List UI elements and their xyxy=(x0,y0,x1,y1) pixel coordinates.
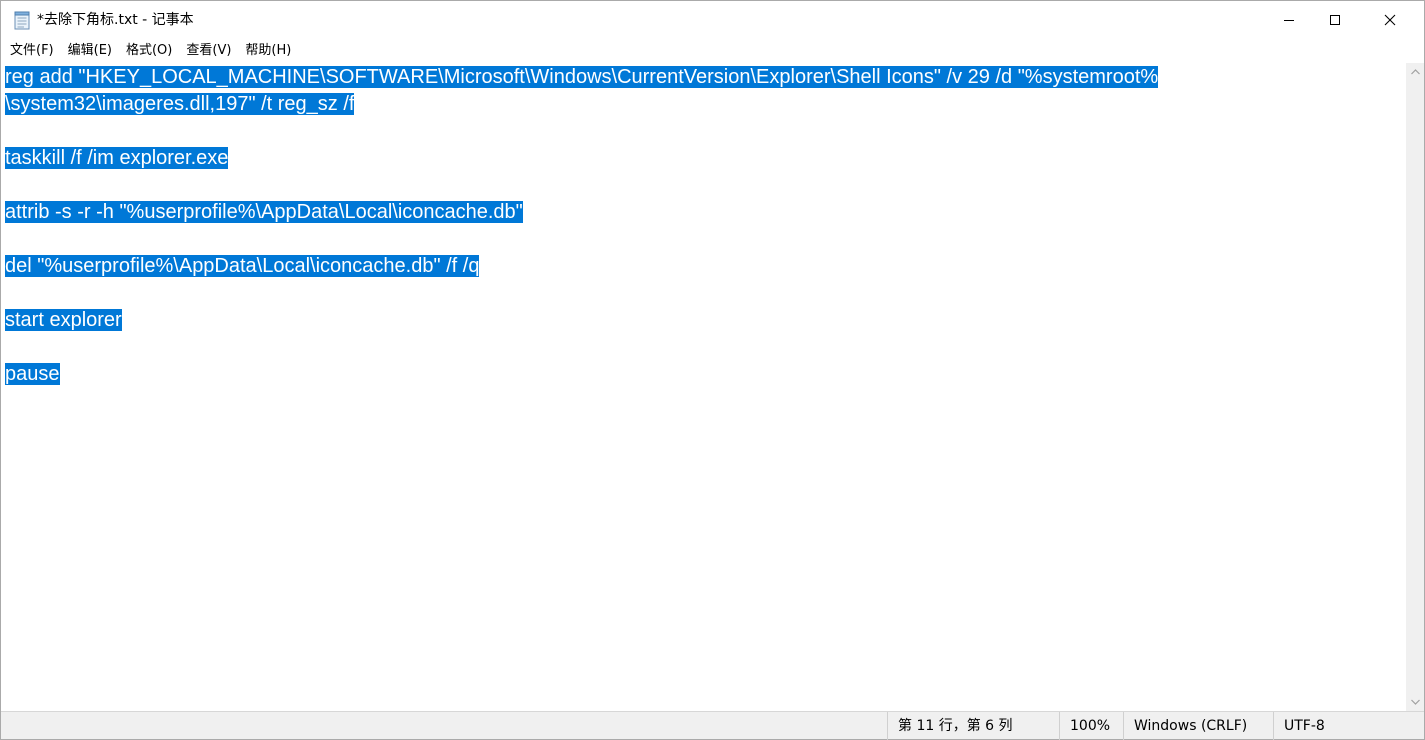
editor-line: taskkill /f /im explorer.exe xyxy=(5,145,1406,172)
menu-edit[interactable]: 编辑(E) xyxy=(61,40,119,62)
notepad-window: *去除下角标.txt - 记事本 文件(F) 编辑(E) 格式(O) 查看(V)… xyxy=(0,0,1425,740)
text-editor[interactable]: reg add "HKEY_LOCAL_MACHINE\SOFTWARE\Mic… xyxy=(1,63,1406,711)
selected-text: start explorer xyxy=(5,309,122,331)
menu-bar: 文件(F) 编辑(E) 格式(O) 查看(V) 帮助(H) xyxy=(1,39,1424,63)
menu-file[interactable]: 文件(F) xyxy=(3,40,61,62)
selected-text: attrib -s -r -h "%userprofile%\AppData\L… xyxy=(5,201,523,223)
selected-text: pause xyxy=(5,363,60,385)
selected-text: \system32\imageres.dll,197" /t reg_sz /f xyxy=(5,93,355,115)
selected-text: taskkill /f /im explorer.exe xyxy=(5,147,229,169)
editor-line: del "%userprofile%\AppData\Local\iconcac… xyxy=(5,253,1406,280)
status-bar: 第 11 行，第 6 列 100% Windows (CRLF) UTF-8 xyxy=(1,711,1424,740)
menu-view[interactable]: 查看(V) xyxy=(179,40,238,62)
close-button[interactable] xyxy=(1367,1,1413,39)
encoding: UTF-8 xyxy=(1273,712,1424,740)
window-title: *去除下角标.txt - 记事本 xyxy=(37,12,194,28)
chevron-up-icon xyxy=(1410,69,1420,75)
scroll-down-button[interactable] xyxy=(1406,693,1424,711)
editor-line: reg add "HKEY_LOCAL_MACHINE\SOFTWARE\Mic… xyxy=(5,64,1406,91)
selected-text: reg add "HKEY_LOCAL_MACHINE\SOFTWARE\Mic… xyxy=(5,66,1159,88)
editor-line: attrib -s -r -h "%userprofile%\AppData\L… xyxy=(5,199,1406,226)
editor-line: start explorer xyxy=(5,307,1406,334)
minimize-button[interactable] xyxy=(1266,1,1312,39)
vertical-scrollbar[interactable] xyxy=(1406,63,1424,711)
zoom-level: 100% xyxy=(1059,712,1123,740)
maximize-icon xyxy=(1330,15,1340,25)
notepad-icon xyxy=(13,11,31,30)
chevron-down-icon xyxy=(1410,699,1420,705)
menu-format[interactable]: 格式(O) xyxy=(119,40,179,62)
title-bar[interactable]: *去除下角标.txt - 记事本 xyxy=(1,1,1424,39)
line-ending: Windows (CRLF) xyxy=(1123,712,1273,740)
close-icon xyxy=(1384,14,1396,26)
cursor-position: 第 11 行，第 6 列 xyxy=(887,712,1059,740)
minimize-icon xyxy=(1284,20,1294,21)
menu-help[interactable]: 帮助(H) xyxy=(238,40,298,62)
selected-text: del "%userprofile%\AppData\Local\iconcac… xyxy=(5,255,480,277)
editor-line: \system32\imageres.dll,197" /t reg_sz /f xyxy=(5,91,1406,118)
editor-line: pause xyxy=(5,361,1406,388)
scroll-up-button[interactable] xyxy=(1406,63,1424,81)
maximize-button[interactable] xyxy=(1312,1,1358,39)
